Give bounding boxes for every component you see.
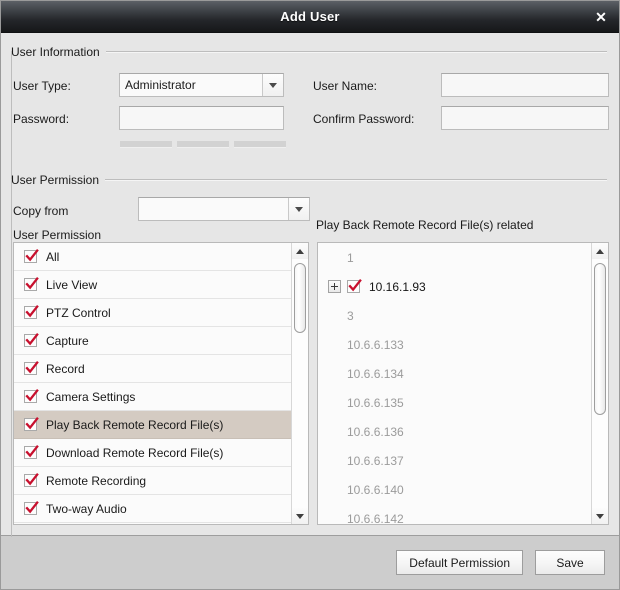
permission-checkbox[interactable] bbox=[24, 500, 39, 515]
group-divider-rule bbox=[105, 51, 607, 53]
dialog-title: Add User bbox=[280, 9, 340, 24]
tree-node-label: 10.6.6.133 bbox=[347, 337, 404, 352]
permission-checkbox[interactable] bbox=[24, 444, 39, 459]
chevron-down-icon[interactable] bbox=[262, 74, 283, 96]
group-divider-rule bbox=[105, 179, 607, 181]
tree-node[interactable]: 10.6.6.134 bbox=[318, 359, 591, 388]
password-strength-segment bbox=[120, 141, 172, 148]
permission-checkbox[interactable] bbox=[24, 276, 39, 291]
tree-node[interactable]: 10.16.1.93 bbox=[318, 272, 591, 301]
permission-label: Remote Recording bbox=[46, 473, 147, 488]
close-icon[interactable]: ✕ bbox=[591, 7, 611, 27]
permission-list-label: User Permission bbox=[13, 228, 102, 242]
scroll-down-icon[interactable] bbox=[592, 508, 608, 524]
user-permission-group-header: User Permission bbox=[11, 173, 607, 187]
user-type-label: User Type: bbox=[13, 79, 71, 93]
default-permission-button[interactable]: Default Permission bbox=[396, 550, 523, 575]
tree-node[interactable]: 10.6.6.133 bbox=[318, 330, 591, 359]
dialog-footer: Default Permission Save bbox=[1, 535, 619, 589]
scrollbar-thumb[interactable] bbox=[294, 263, 306, 333]
copy-from-select[interactable] bbox=[138, 197, 310, 221]
user-permission-group-label: User Permission bbox=[11, 173, 100, 187]
permission-row[interactable]: Remote Recording bbox=[14, 467, 291, 495]
user-type-value: Administrator bbox=[125, 78, 196, 92]
tree-node[interactable]: 3 bbox=[318, 301, 591, 330]
tree-node-label: 10.6.6.142 bbox=[347, 511, 404, 525]
scroll-down-icon[interactable] bbox=[292, 508, 308, 524]
scrollbar-thumb[interactable] bbox=[594, 263, 606, 415]
permission-list[interactable]: All Live View PTZ Control Capture Record Came… bbox=[14, 243, 291, 524]
password-strength-segment bbox=[177, 141, 229, 148]
permission-checkbox[interactable] bbox=[24, 304, 39, 319]
save-button[interactable]: Save bbox=[535, 550, 605, 575]
confirm-password-label: Confirm Password: bbox=[313, 112, 415, 126]
permission-label: PTZ Control bbox=[46, 305, 111, 320]
tree-node-label: 3 bbox=[347, 308, 354, 323]
password-strength-segment bbox=[234, 141, 286, 148]
user-type-select[interactable]: Administrator bbox=[119, 73, 284, 97]
permission-label: All bbox=[46, 249, 60, 264]
tree-node[interactable]: 10.6.6.142 bbox=[318, 504, 591, 525]
scroll-up-icon[interactable] bbox=[292, 243, 308, 259]
tree-node-label: 1 bbox=[347, 250, 354, 265]
permission-label: Record bbox=[46, 361, 85, 376]
related-tree-scrollbar[interactable] bbox=[591, 243, 608, 524]
tree-node[interactable]: 10.6.6.140 bbox=[318, 475, 591, 504]
permission-label: Camera Settings bbox=[46, 389, 136, 404]
tree-node[interactable]: 1 bbox=[318, 243, 591, 272]
permission-row[interactable]: Live View bbox=[14, 271, 291, 299]
chevron-down-icon[interactable] bbox=[288, 198, 309, 220]
tree-node[interactable]: 10.6.6.135 bbox=[318, 388, 591, 417]
permission-row[interactable]: All bbox=[14, 243, 291, 271]
tree-node-label: 10.6.6.134 bbox=[347, 366, 404, 381]
permission-label: Capture bbox=[46, 333, 89, 348]
permission-row[interactable]: Play Back Remote Record File(s) bbox=[14, 411, 291, 439]
password-label: Password: bbox=[13, 112, 70, 126]
permission-checkbox[interactable] bbox=[24, 248, 39, 263]
dialog-body: User Information User Type: Administrato… bbox=[1, 33, 619, 537]
permission-label: Play Back Remote Record File(s) bbox=[46, 417, 224, 432]
user-name-label: User Name: bbox=[313, 79, 378, 93]
related-panel-title: Play Back Remote Record File(s) related bbox=[316, 218, 534, 232]
permission-checkbox[interactable] bbox=[24, 416, 39, 431]
permission-checkbox[interactable] bbox=[24, 332, 39, 347]
tree-node[interactable]: 10.6.6.137 bbox=[318, 446, 591, 475]
user-name-input[interactable] bbox=[441, 73, 609, 97]
permission-checkbox[interactable] bbox=[24, 472, 39, 487]
related-device-tree[interactable]: 1 10.16.1.93 3 10.6.6.133 10.6.6.134 10.6.6.1… bbox=[318, 243, 591, 524]
password-strength-meter bbox=[120, 141, 286, 148]
permission-listbox[interactable]: All Live View PTZ Control Capture Record Came… bbox=[13, 242, 309, 525]
tree-node[interactable]: 10.6.6.136 bbox=[318, 417, 591, 446]
add-user-dialog: Add User ✕ User Information User Type: A… bbox=[0, 0, 620, 590]
permission-row[interactable]: Capture bbox=[14, 327, 291, 355]
tree-node-checkbox[interactable] bbox=[347, 278, 362, 293]
permission-label: Download Remote Record File(s) bbox=[46, 445, 224, 460]
expand-plus-icon[interactable] bbox=[328, 280, 341, 293]
permission-checkbox[interactable] bbox=[24, 360, 39, 375]
tree-node-label: 10.6.6.135 bbox=[347, 395, 404, 410]
password-input[interactable] bbox=[119, 106, 284, 130]
permission-row[interactable]: Record bbox=[14, 355, 291, 383]
tree-node-label: 10.16.1.93 bbox=[369, 279, 426, 294]
permission-list-scrollbar[interactable] bbox=[291, 243, 308, 524]
copy-from-label: Copy from bbox=[13, 204, 69, 218]
permission-row[interactable]: Two-way Audio bbox=[14, 495, 291, 523]
scroll-up-icon[interactable] bbox=[592, 243, 608, 259]
related-device-treebox[interactable]: 1 10.16.1.93 3 10.6.6.133 10.6.6.134 10.6.6.1… bbox=[317, 242, 609, 525]
permission-row[interactable]: PTZ Control bbox=[14, 299, 291, 327]
permission-checkbox[interactable] bbox=[24, 388, 39, 403]
title-bar: Add User ✕ bbox=[1, 1, 619, 33]
user-permission-group-border bbox=[11, 179, 12, 537]
tree-node-label: 10.6.6.140 bbox=[347, 482, 404, 497]
user-information-group-header: User Information bbox=[11, 45, 607, 59]
user-information-group-label: User Information bbox=[11, 45, 100, 59]
permission-row[interactable]: Download Remote Record File(s) bbox=[14, 439, 291, 467]
tree-node-label: 10.6.6.137 bbox=[347, 453, 404, 468]
permission-label: Two-way Audio bbox=[46, 501, 127, 516]
confirm-password-input[interactable] bbox=[441, 106, 609, 130]
user-information-group-border bbox=[11, 51, 12, 187]
permission-row[interactable]: Camera Settings bbox=[14, 383, 291, 411]
tree-node-label: 10.6.6.136 bbox=[347, 424, 404, 439]
permission-label: Live View bbox=[46, 277, 98, 292]
